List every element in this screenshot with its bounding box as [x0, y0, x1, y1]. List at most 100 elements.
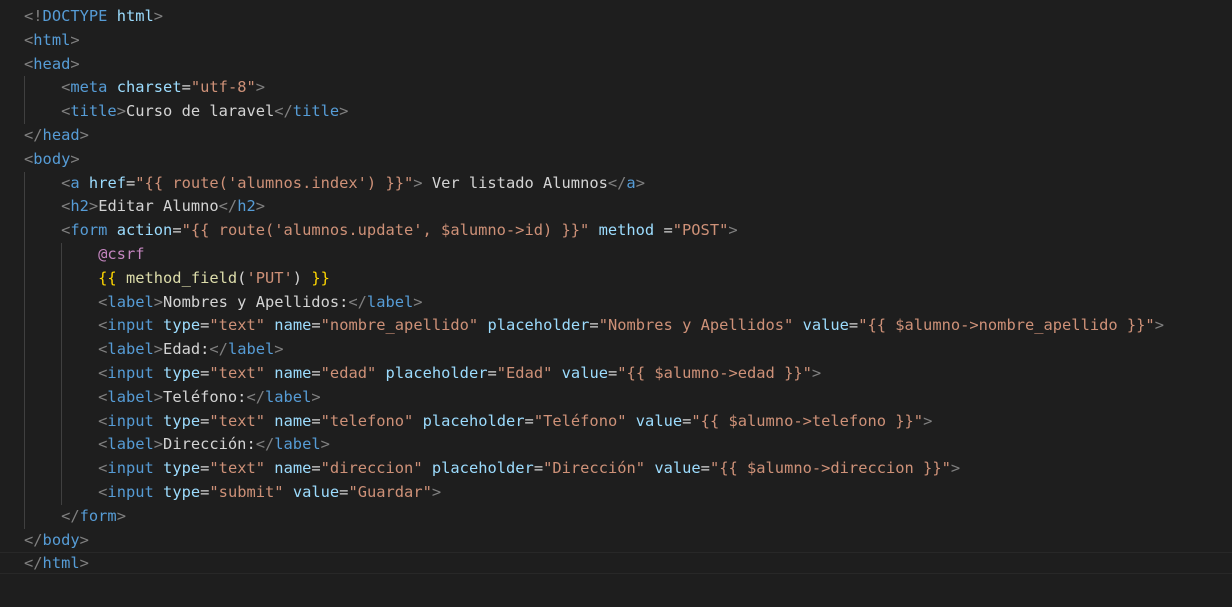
code-token: </	[255, 435, 275, 454]
code-token: >	[255, 78, 266, 97]
code-token: input	[107, 316, 154, 335]
code-token: >	[70, 149, 80, 168]
code-token: >	[116, 506, 126, 525]
code-token: label	[107, 435, 154, 454]
code-token: </	[24, 125, 43, 144]
code-line[interactable]: <a href="{{ route('alumnos.index') }}"> …	[24, 172, 1232, 196]
code-token: =	[311, 363, 321, 382]
code-token: html	[33, 30, 71, 49]
code-token: )	[292, 268, 312, 287]
code-token: value	[561, 363, 608, 382]
code-line[interactable]: <input type="text" name="edad" placehold…	[24, 362, 1232, 386]
code-line[interactable]: <label>Nombres y Apellidos:</label>	[24, 291, 1232, 315]
code-line[interactable]: <body>	[24, 148, 1232, 172]
code-token: Nombres y Apellidos:	[163, 292, 349, 311]
code-token: input	[107, 459, 154, 478]
code-token: body	[33, 149, 71, 168]
code-line[interactable]: <html>	[24, 29, 1232, 53]
code-token: =	[200, 363, 210, 382]
code-token: "{{ route('alumnos.index') }}"	[135, 173, 414, 192]
code-token: "Dirección"	[543, 459, 646, 478]
code-token: type	[163, 459, 201, 478]
code-token: "text"	[209, 363, 266, 382]
code-line[interactable]: </body>	[24, 529, 1232, 553]
code-line[interactable]: <input type="text" name="telefono" place…	[24, 410, 1232, 434]
code-line[interactable]: <label>Dirección:</label>	[24, 433, 1232, 457]
code-token: </	[24, 554, 43, 573]
code-token: >	[116, 102, 126, 121]
code-token: >	[153, 292, 164, 311]
code-token: form	[70, 221, 108, 240]
code-token: "Nombres y Apellidos"	[598, 316, 794, 335]
code-line[interactable]: <meta charset="utf-8">	[24, 76, 1232, 100]
code-token: >	[255, 197, 266, 216]
code-token: label	[366, 292, 414, 311]
code-token: =	[654, 221, 673, 240]
code-token: =	[533, 459, 544, 478]
code-token: >	[79, 125, 89, 144]
code-lines[interactable]: <!DOCTYPE html> <html> <head> <meta charse…	[24, 5, 1232, 576]
code-token: >	[950, 459, 961, 478]
code-token: "telefono"	[320, 411, 414, 430]
code-token: Teléfono:	[163, 387, 247, 406]
code-token: type	[163, 316, 201, 335]
code-line[interactable]: <head>	[24, 53, 1232, 77]
code-token: =	[311, 316, 321, 335]
code-token: value	[292, 482, 340, 501]
code-line[interactable]: </form>	[24, 505, 1232, 529]
code-line[interactable]: {{ method_field('PUT') }}	[24, 267, 1232, 291]
code-token: type	[163, 363, 201, 382]
code-token: label	[107, 340, 154, 359]
code-token: >	[811, 363, 822, 382]
code-line[interactable]: <input type="text" name="nombre_apellido…	[24, 314, 1232, 338]
code-line[interactable]: <input type="text" name="direccion" plac…	[24, 457, 1232, 481]
code-line[interactable]: <label>Teléfono:</label>	[24, 386, 1232, 410]
code-token: "text"	[209, 459, 266, 478]
code-token: form	[79, 506, 117, 525]
code-editor[interactable]: <!DOCTYPE html> <html> <head> <meta charse…	[0, 0, 1232, 607]
code-line[interactable]: </html>	[24, 552, 1232, 576]
code-line[interactable]: </head>	[24, 124, 1232, 148]
code-token: @csrf	[98, 244, 145, 263]
code-line[interactable]: <title>Curso de laravel</title>	[24, 100, 1232, 124]
code-token: "nombre_apellido"	[320, 316, 479, 335]
code-token: </	[218, 197, 238, 216]
code-token: Edad:	[163, 340, 210, 359]
code-token: =	[682, 411, 692, 430]
code-token: name	[274, 363, 312, 382]
code-token: >	[88, 197, 99, 216]
code-token: </	[348, 292, 367, 311]
code-token: value	[635, 411, 683, 430]
code-token: label	[265, 387, 312, 406]
code-token: <	[61, 197, 71, 216]
code-token: placeholder	[431, 459, 534, 478]
code-line[interactable]: <h2>Editar Alumno</h2>	[24, 195, 1232, 219]
code-token: </	[246, 387, 265, 406]
code-token: <	[61, 221, 71, 240]
code-line[interactable]: <!DOCTYPE html>	[24, 5, 1232, 29]
code-token: title	[70, 102, 117, 121]
code-token: "POST"	[672, 221, 729, 240]
code-line[interactable]: @csrf	[24, 243, 1232, 267]
code-token: value	[802, 316, 849, 335]
code-line[interactable]: <label>Edad:</label>	[24, 338, 1232, 362]
code-token: name	[274, 316, 312, 335]
code-token: <	[61, 102, 71, 121]
code-token: name	[274, 459, 312, 478]
code-token: >	[153, 340, 164, 359]
code-line[interactable]: <form action="{{ route('alumnos.update',…	[24, 219, 1232, 243]
code-line[interactable]: <input type="submit" value="Guardar">	[24, 481, 1232, 505]
code-token: >	[339, 102, 349, 121]
